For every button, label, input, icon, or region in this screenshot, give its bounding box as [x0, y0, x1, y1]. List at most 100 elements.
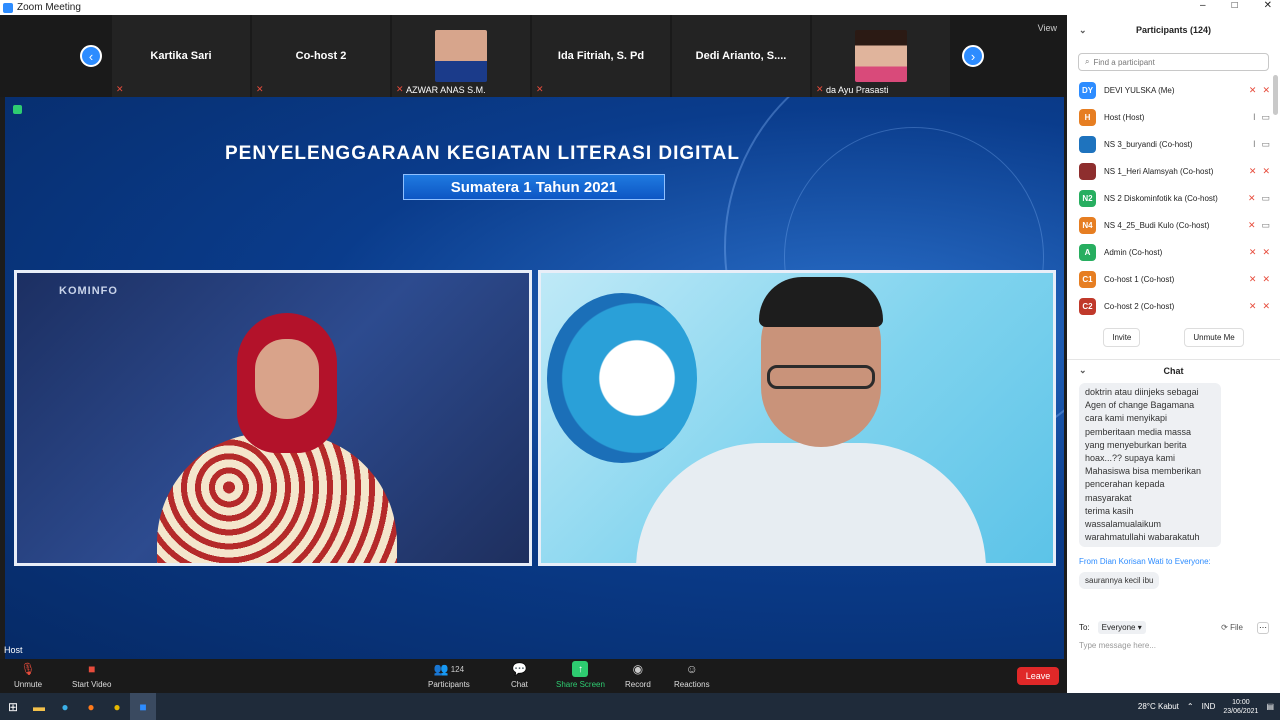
participant-name: Co-host 1 (Co-host) — [1104, 275, 1175, 284]
participants-label: Participants — [428, 680, 470, 689]
firefox-icon[interactable]: ● — [78, 693, 104, 720]
chat-label: Chat — [511, 680, 528, 689]
strip-tile[interactable]: ✕ da Ayu Prasasti — [812, 15, 950, 97]
strip-prev-button[interactable]: ‹ — [80, 45, 102, 67]
edge-icon[interactable]: ● — [52, 693, 78, 720]
mic-muted-icon: ✕ — [1248, 301, 1257, 311]
unmute-me-button[interactable]: Unmute Me — [1184, 328, 1244, 347]
shared-screen: PENYELENGGARAAN KEGIATAN LITERASI DIGITA… — [5, 97, 1064, 659]
mic-muted-icon: ✕ — [1248, 85, 1257, 95]
share-screen-button[interactable]: ↑ Share Screen — [556, 661, 605, 689]
chat-message-line: Mahasiswa bisa memberikan — [1085, 466, 1202, 477]
reactions-icon: ☺ — [685, 662, 698, 676]
strip-next-button[interactable]: › — [962, 45, 984, 67]
more-options-button[interactable]: ⋯ — [1257, 621, 1269, 634]
participants-header: ⌄ Participants (124) — [1067, 15, 1280, 45]
search-icon: ⌕ — [1085, 57, 1090, 66]
video-off-icon: ✕ — [1262, 85, 1270, 95]
chat-button[interactable]: 💬 Chat — [511, 661, 528, 689]
chat-message-input[interactable]: Type message here... — [1079, 641, 1156, 650]
language-label[interactable]: IND — [1202, 702, 1216, 711]
participant-row[interactable]: N4 NS 4_25_Budi Kulo (Co-host) ✕ ▭ — [1067, 212, 1280, 239]
participant-row[interactable]: NS 3_buryandi (Co-host) ǀ ▭ — [1067, 131, 1280, 158]
clock[interactable]: 10:00 23/06/2021 — [1223, 698, 1258, 716]
video-icon: ▭ — [1261, 220, 1270, 230]
view-button[interactable]: View — [1038, 23, 1057, 33]
close-button[interactable]: ✕ — [1264, 0, 1272, 11]
participant-strip: ‹ Kartika Sari ✕ Co-host 2 ✕ ✕ AZWAR ANA… — [0, 15, 1067, 97]
tray-chevron-icon[interactable]: ⌃ — [1187, 702, 1194, 711]
participant-name: Admin (Co-host) — [1104, 248, 1163, 257]
reactions-button[interactable]: ☺ Reactions — [674, 661, 710, 689]
strip-tile[interactable]: Co-host 2 ✕ — [252, 15, 390, 97]
invite-button[interactable]: Invite — [1103, 328, 1141, 347]
participant-row[interactable]: H Host (Host) ǀ ▭ — [1067, 104, 1280, 131]
participant-row[interactable]: A Admin (Co-host) ✕ ✕ — [1067, 239, 1280, 266]
chevron-down-icon[interactable]: ⌄ — [1079, 365, 1087, 376]
chevron-down-icon[interactable]: ⌄ — [1079, 25, 1087, 36]
participant-name: NS 2 Diskominfotik ka (Co-host) — [1104, 194, 1218, 203]
strip-tile[interactable]: Dedi Arianto, S.... — [672, 15, 810, 97]
avatar: DY — [1079, 82, 1096, 99]
side-panel: ⌄ Participants (124) ⌕ Find a participan… — [1067, 15, 1280, 693]
status-icons: ǀ ▭ — [1253, 139, 1270, 150]
kominfo-watermark: KOMINFO — [59, 285, 118, 297]
mic-muted-icon: ✕ — [1248, 274, 1257, 284]
unmute-button[interactable]: 🎙 Unmute — [14, 661, 42, 689]
mic-muted-icon: ✕ — [536, 84, 544, 94]
windows-start-icon[interactable]: ⊞ — [0, 693, 26, 720]
participants-title: Participants (124) — [1135, 25, 1212, 35]
avatar: N2 — [1079, 190, 1096, 207]
share-screen-icon: ↑ — [572, 661, 589, 677]
start-video-button[interactable]: ■ Start Video — [72, 661, 111, 689]
speaker-face — [255, 339, 319, 419]
recipient-value: Everyone — [1101, 623, 1136, 632]
participant-name: NS 4_25_Budi Kulo (Co-host) — [1104, 221, 1210, 230]
participant-row[interactable]: NS 1_Heri Alamsyah (Co-host) ✕ ✕ — [1067, 158, 1280, 185]
window-title: Zoom Meeting — [17, 2, 81, 13]
maximize-button[interactable]: □ — [1232, 0, 1238, 11]
mic-icon: ǀ — [1253, 112, 1256, 122]
participant-row[interactable]: DY DEVI YULSKA (Me) ✕ ✕ — [1067, 77, 1280, 104]
encryption-shield-icon[interactable] — [13, 105, 22, 114]
video-off-icon: ✕ — [1262, 301, 1270, 311]
recipient-select[interactable]: Everyone ▾ — [1097, 621, 1146, 634]
participant-row[interactable]: C2 Co-host 2 (Co-host) ✕ ✕ — [1067, 293, 1280, 320]
status-icons: ✕ ✕ — [1249, 301, 1270, 312]
leave-button[interactable]: Leave — [1017, 667, 1059, 685]
chat-messages: doktrin atau diinjeks sebagai Agen of ch… — [1079, 383, 1274, 590]
participants-button[interactable]: 👥 124 Participants — [428, 661, 470, 689]
speaker-person — [636, 443, 986, 563]
avatar: A — [1079, 244, 1096, 261]
weather-label[interactable]: 28°C Kabut — [1138, 702, 1179, 711]
file-label: File — [1230, 623, 1243, 632]
chrome-icon[interactable]: ● — [104, 693, 130, 720]
record-button[interactable]: ◉ Record — [625, 661, 651, 689]
participant-search-input[interactable]: ⌕ Find a participant — [1078, 53, 1269, 71]
strip-tile[interactable]: ✕ AZWAR ANAS S.M. — [392, 15, 530, 97]
video-icon: ▭ — [1261, 112, 1270, 122]
strip-tile[interactable]: Kartika Sari ✕ — [112, 15, 250, 97]
banner-title: PENYELENGGARAAN KEGIATAN LITERASI DIGITA… — [225, 143, 740, 164]
speaker-glasses — [767, 365, 875, 389]
avatar: C2 — [1079, 298, 1096, 315]
participant-row[interactable]: N2 NS 2 Diskominfotik ka (Co-host) ✕ ▭ — [1067, 185, 1280, 212]
notifications-icon[interactable]: ▤ — [1266, 702, 1274, 711]
participant-name: NS 1_Heri Alamsyah (Co-host) — [1104, 167, 1214, 176]
participant-actions: Invite Unmute Me — [1067, 328, 1280, 347]
file-button[interactable]: ⟳ File — [1221, 623, 1243, 632]
record-icon: ◉ — [632, 662, 644, 676]
strip-tile[interactable]: Ida Fitriah, S. Pd ✕ — [532, 15, 670, 97]
zoom-taskbar-icon[interactable]: ■ — [130, 693, 156, 720]
windows-taskbar: ⊞ ▬ ● ● ● ■ 28°C Kabut ⌃ IND 10:00 23/06… — [0, 693, 1280, 720]
chat-message-line: cara kami menyikapi — [1085, 413, 1168, 424]
mic-muted-icon: ✕ — [1248, 166, 1257, 176]
participant-row[interactable]: C1 Co-host 1 (Co-host) ✕ ✕ — [1067, 266, 1280, 293]
speaker-video-left: KOMINFO — [14, 270, 532, 566]
file-explorer-icon[interactable]: ▬ — [26, 693, 52, 720]
chat-message-line: hoax...?? supaya kami — [1085, 453, 1176, 464]
search-placeholder: Find a participant — [1093, 57, 1155, 67]
status-icons: ✕ ▭ — [1248, 220, 1270, 231]
participant-video-thumb — [855, 30, 907, 82]
minimize-button[interactable]: – — [1200, 0, 1206, 11]
